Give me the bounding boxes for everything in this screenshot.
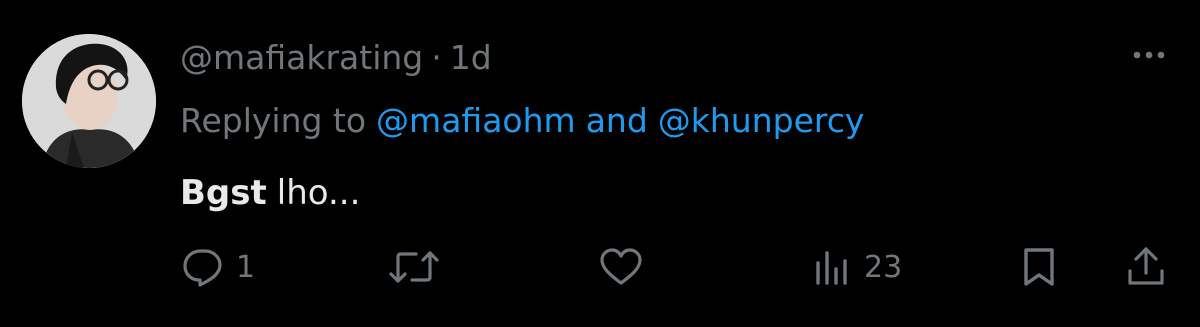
views-bar-chart-icon: [816, 251, 847, 285]
timestamp[interactable]: 1d: [450, 38, 492, 77]
reply-joiner: and: [585, 100, 648, 140]
header-separator: ·: [431, 37, 442, 77]
reply-bubble-icon: [183, 249, 222, 287]
author-handle[interactable]: @mafiakrating: [180, 38, 423, 77]
retweet-icon: [389, 251, 439, 283]
tweet-header: @mafiakrating · 1d: [180, 32, 492, 82]
share-button[interactable]: [1124, 244, 1168, 290]
reply-button[interactable]: 1: [182, 244, 255, 290]
like-button[interactable]: [598, 244, 654, 290]
tweet-text-bold: Bgst: [180, 173, 267, 213]
more-horizontal-icon[interactable]: [1126, 40, 1172, 70]
reply-mention-2[interactable]: @khunpercy: [658, 101, 865, 140]
views-count: 23: [864, 249, 903, 285]
bookmark-button[interactable]: [1018, 244, 1060, 290]
views-button[interactable]: 23: [812, 244, 902, 290]
avatar[interactable]: [22, 34, 156, 168]
bookmark-icon: [1024, 248, 1054, 286]
retweet-button[interactable]: [388, 244, 450, 290]
reply-mention-1[interactable]: @mafiaohm: [376, 101, 576, 140]
replying-to: Replying to @mafiaohm and @khunpercy: [180, 96, 864, 144]
replying-prefix: Replying to: [180, 100, 367, 140]
share-icon: [1128, 247, 1164, 285]
tweet-text: Bgst lho...: [180, 168, 360, 218]
reply-count: 1: [236, 249, 256, 285]
tweet-text-rest: lho...: [276, 173, 361, 213]
tweet[interactable]: @mafiakrating · 1d Replying to @mafiaohm…: [0, 0, 1200, 327]
heart-icon: [600, 248, 642, 285]
